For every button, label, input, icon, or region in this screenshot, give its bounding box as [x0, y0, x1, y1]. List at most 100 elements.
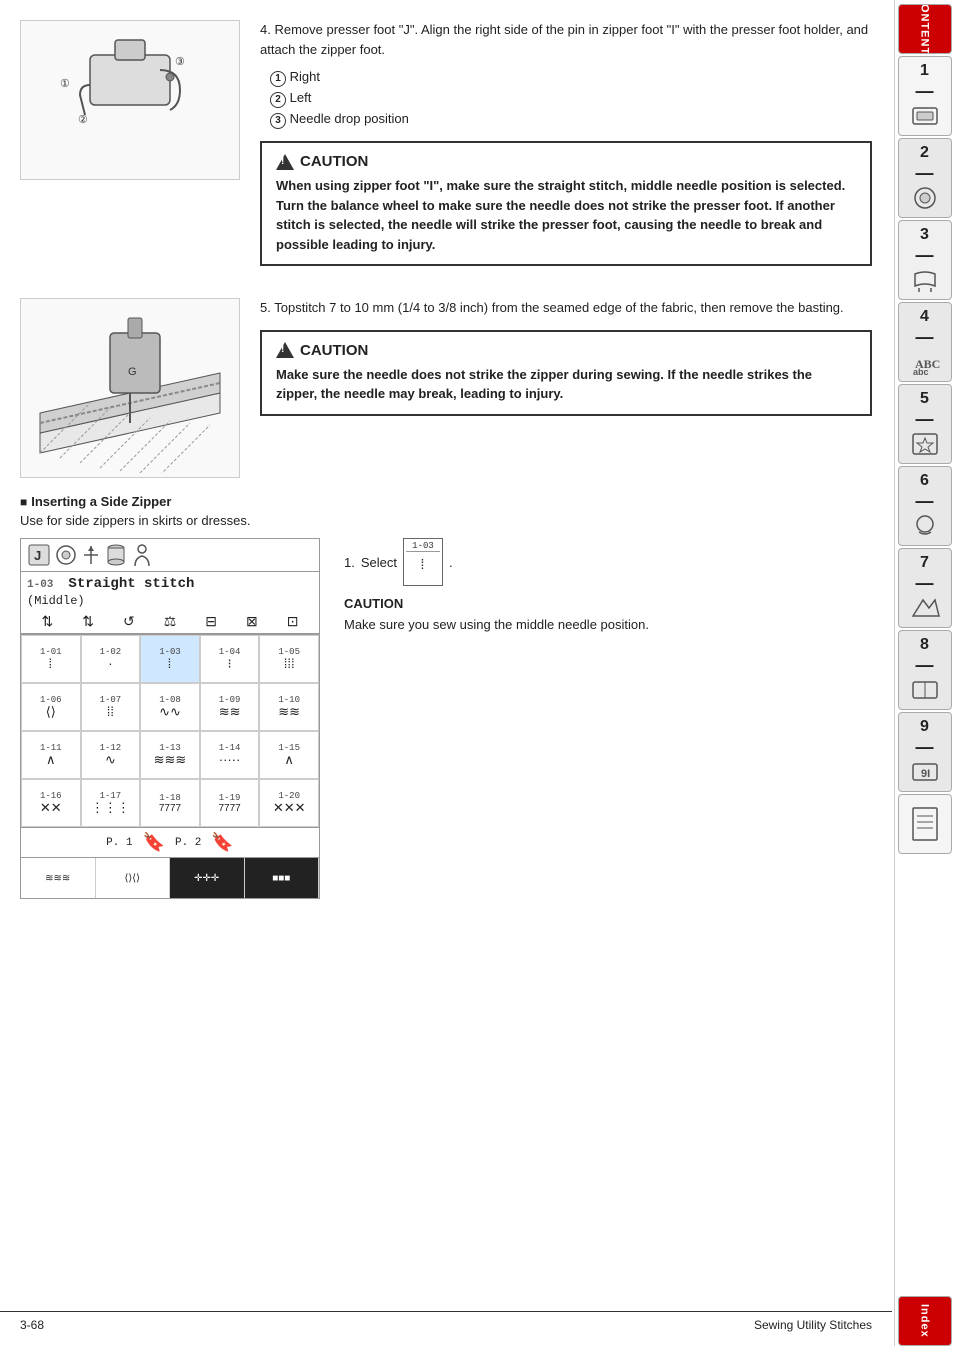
tab-8-icon: [909, 676, 941, 704]
stitch-bottom-cell-1: ≋≋≋: [21, 858, 96, 898]
stitch-cell-1-05[interactable]: 1-05 ⁞⁞⁞: [259, 635, 319, 683]
sidebar-tab-8[interactable]: 8 —: [898, 630, 952, 710]
stitch-cell-1-15[interactable]: 1-15 ∧: [259, 731, 319, 779]
right-sidebar: CONTENTS 1 — 2 — 3 — 4 — ABC abc: [894, 0, 954, 1346]
svg-text:9I: 9I: [921, 768, 930, 780]
stitch-bottom-cell-4: ■■■: [245, 858, 320, 898]
stitch-reference-icon: 1-03 ⁞: [403, 538, 443, 586]
caution-box-1: CAUTION When using zipper foot "I", make…: [260, 141, 872, 266]
sidebar-tab-7[interactable]: 7 —: [898, 548, 952, 628]
stitch-cell-1-08[interactable]: 1-08 ∿∿: [140, 683, 200, 731]
stitch-bottom-cell-3: ✛✛✛: [170, 858, 245, 898]
stitch-cell-1-09[interactable]: 1-09 ≋≋: [200, 683, 260, 731]
svg-text:③: ③: [175, 56, 185, 68]
stitch-pattern-row: ⇅ ⇅ ↺ ⚖ ⊟ ⊠ ⊡: [21, 610, 319, 634]
step-4-content: 4. Remove presser foot "J". Align the ri…: [260, 20, 872, 278]
side-zipper-header: Inserting a Side Zipper: [20, 494, 872, 509]
stitch-cell-1-19[interactable]: 1-19 7777: [200, 779, 260, 827]
step4-item-3: 3 Needle drop position: [270, 109, 872, 130]
tab-5-icon: [909, 430, 941, 458]
caution-triangle-2: [276, 342, 294, 358]
sidebar-tab-2[interactable]: 2 —: [898, 138, 952, 218]
step4-item-1: 1 Right: [270, 67, 872, 88]
stitch-panel-header: J: [21, 539, 319, 572]
contents-tab[interactable]: CONTENTS: [898, 4, 952, 54]
tab-4-icon: ABC abc: [909, 348, 941, 376]
page-footer: 3-68 Sewing Utility Stitches: [0, 1311, 892, 1332]
footer-page-number: 3-68: [20, 1318, 44, 1332]
main-content: ③ ① ② 4. Remove presser foot "J". Align …: [0, 0, 892, 1346]
sewing-svg: G: [30, 303, 230, 473]
side-zipper-content: J: [20, 538, 872, 899]
step4-list: 1 Right 2 Left 3 Needle drop position: [270, 67, 872, 129]
stitch-cell-1-01[interactable]: 1-01 ⁞: [21, 635, 81, 683]
tab-9-icon: 9I: [909, 758, 941, 786]
stitch-cell-1-11[interactable]: 1-11 ∧: [21, 731, 81, 779]
side-zipper-sub: Use for side zippers in skirts or dresse…: [20, 513, 872, 528]
stitch-cell-1-14[interactable]: 1-14 ·····: [200, 731, 260, 779]
presser-foot-image: ③ ① ②: [20, 20, 240, 180]
caution3-text: Make sure you sew using the middle needl…: [344, 615, 872, 635]
side-zipper-right: 1. Select 1-03 ⁞ . CAUTION Make sure you…: [344, 538, 872, 899]
step-5-content: 5. Topstitch 7 to 10 mm (1/4 to 3/8 inch…: [260, 298, 872, 478]
index-tab[interactable]: Index: [898, 1296, 952, 1346]
stitch-cell-1-06[interactable]: 1-06 ⟨⟩: [21, 683, 81, 731]
caution3-title: CAUTION: [344, 596, 872, 611]
stitch-cell-1-18[interactable]: 1-18 7777: [140, 779, 200, 827]
stitch-grid: 1-01 ⁞ 1-02 · 1-03 ⁞ 1-04 ⁝: [21, 634, 319, 827]
stitch-cell-1-07[interactable]: 1-07 ⁞⁞: [81, 683, 141, 731]
step4-item-2: 2 Left: [270, 88, 872, 109]
sidebar-notes-tab[interactable]: [898, 794, 952, 854]
tab-2-icon: [909, 184, 941, 212]
svg-text:J: J: [34, 548, 41, 563]
sidebar-tab-1[interactable]: 1 —: [898, 56, 952, 136]
stitch-cell-1-20[interactable]: 1-20 ✕✕✕: [259, 779, 319, 827]
panel-icon-J: J: [27, 543, 51, 567]
stitch-cell-1-12[interactable]: 1-12 ∿: [81, 731, 141, 779]
stitch-bottom-cell-2: ⟨⟩⟨⟩: [96, 858, 171, 898]
stitch-subtitle: (Middle): [21, 594, 319, 610]
sewing-image: G: [20, 298, 240, 478]
page-icon-1[interactable]: 🔖: [143, 832, 165, 853]
panel-icon-arrows: [81, 544, 101, 566]
svg-text:G: G: [128, 366, 137, 378]
stitch-footer: P. 1 🔖 P. 2 🔖: [21, 827, 319, 857]
notes-icon: [909, 806, 941, 842]
sidebar-tab-4[interactable]: 4 — ABC abc: [898, 302, 952, 382]
stitch-cell-1-16[interactable]: 1-16 ✕✕: [21, 779, 81, 827]
stitch-cell-1-10[interactable]: 1-10 ≋≋: [259, 683, 319, 731]
tab-6-icon: [909, 512, 941, 540]
sidebar-tab-3[interactable]: 3 —: [898, 220, 952, 300]
step4-text: 4. Remove presser foot "J". Align the ri…: [260, 20, 872, 59]
stitch-cell-1-02[interactable]: 1-02 ·: [81, 635, 141, 683]
stitch-cell-1-04[interactable]: 1-04 ⁝: [200, 635, 260, 683]
panel-icon-foot: [55, 544, 77, 566]
sidebar-tab-6[interactable]: 6 —: [898, 466, 952, 546]
page-icon-2[interactable]: 🔖: [211, 832, 233, 853]
stitch-cell-1-03[interactable]: 1-03 ⁞: [140, 635, 200, 683]
svg-text:abc: abc: [913, 367, 929, 376]
panel-icon-spool: [105, 544, 127, 566]
caution1-title: CAUTION: [276, 153, 856, 170]
svg-text:①: ①: [60, 78, 70, 90]
section-middle: G 5. Topstitch 7 to 10 mm (1/4 to 3: [20, 298, 872, 478]
side-zipper-section: Inserting a Side Zipper Use for side zip…: [20, 494, 872, 899]
footer-section-title: Sewing Utility Stitches: [754, 1318, 872, 1332]
caution1-text: When using zipper foot "I", make sure th…: [276, 176, 856, 254]
tab-1-icon: [909, 102, 941, 130]
section-top: ③ ① ② 4. Remove presser foot "J". Align …: [20, 20, 872, 278]
sidebar-tab-9[interactable]: 9 — 9I: [898, 712, 952, 792]
step5-text: 5. Topstitch 7 to 10 mm (1/4 to 3/8 inch…: [260, 298, 872, 318]
select-instruction: 1. Select 1-03 ⁞ .: [344, 538, 872, 586]
stitch-panel: J: [20, 538, 320, 899]
stitch-cell-1-13[interactable]: 1-13 ≋≋≋: [140, 731, 200, 779]
stitch-bottom-row: ≋≋≋ ⟨⟩⟨⟩ ✛✛✛ ■■■: [21, 857, 319, 898]
tab-7-icon: [909, 594, 941, 622]
stitch-cell-1-17[interactable]: 1-17 ⋮⋮⋮: [81, 779, 141, 827]
sidebar-tab-5[interactable]: 5 —: [898, 384, 952, 464]
caution2-title: CAUTION: [276, 342, 856, 359]
panel-icon-person: [131, 544, 153, 566]
caution-triangle-1: [276, 154, 294, 170]
caution-box-2: CAUTION Make sure the needle does not st…: [260, 330, 872, 416]
caution2-text: Make sure the needle does not strike the…: [276, 365, 856, 404]
